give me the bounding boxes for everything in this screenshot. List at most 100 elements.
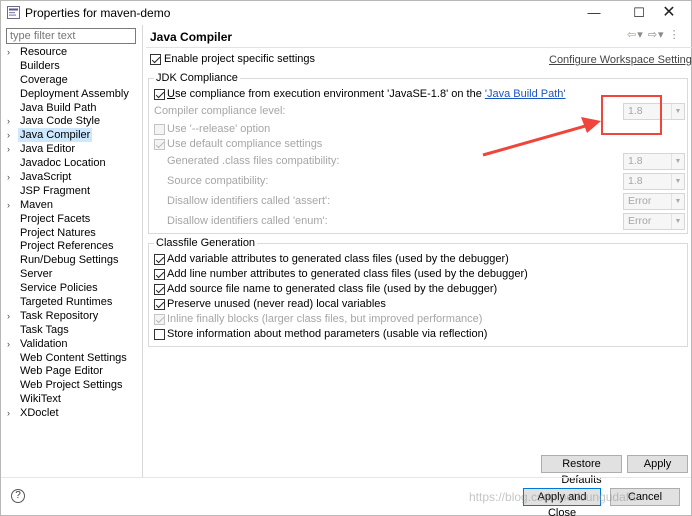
classfile-option-label: Add source file name to generated class … (167, 283, 498, 295)
tree-item[interactable]: Task Tags (5, 323, 139, 337)
classfile-option-label: Add line number attributes to generated … (167, 268, 528, 280)
tree-item[interactable]: Javadoc Location (5, 156, 139, 170)
back-icon[interactable]: ⇦ (627, 29, 637, 41)
classfile-option-checkbox[interactable] (154, 284, 165, 295)
tree-item[interactable]: › XDoclet (5, 406, 139, 420)
property-page-tree: › Resource Builders Coverage Deployment Asse… (5, 45, 139, 420)
forward-menu-icon[interactable]: ▾ (658, 29, 665, 41)
tree-item-label: Project References (20, 240, 114, 253)
tree-item-label: Resource (20, 46, 68, 58)
expand-chevron-icon[interactable]: › (7, 337, 17, 351)
tree-item-label: Web Content Settings (20, 351, 127, 364)
classfile-option-checkbox[interactable] (154, 329, 165, 340)
title-separator (146, 47, 692, 48)
classfile-option-label: Preserve unused (never read) local varia… (167, 298, 386, 310)
jdk-compliance-title: JDK Compliance (154, 72, 240, 84)
tree-item[interactable]: Targeted Runtimes (5, 295, 139, 309)
tree-item[interactable]: Service Policies (5, 281, 139, 295)
enum-identifier-select[interactable]: Error ▼ (623, 213, 685, 230)
tree-item-label: Project Facets (20, 212, 91, 225)
tree-item[interactable]: › Resource (5, 45, 139, 59)
expand-chevron-icon[interactable]: › (7, 142, 17, 156)
tree-item[interactable]: › Task Repository (5, 309, 139, 323)
close-window-button[interactable]: ✕ (646, 1, 692, 25)
tree-item-label: Task Tags (20, 323, 69, 336)
chevron-down-icon: ▼ (671, 174, 684, 189)
tree-item-label: Maven (20, 198, 54, 211)
classfile-generation-title: Classfile Generation (154, 237, 258, 249)
compliance-level-label: Compiler compliance level: (154, 105, 286, 117)
minimize-button[interactable]: — (571, 1, 617, 25)
tree-item[interactable]: Project References (5, 239, 139, 253)
page-nav-icons[interactable]: ⇦▾ ⇨▾ ⋮ (627, 28, 681, 41)
tree-item[interactable]: › Validation (5, 337, 139, 351)
expand-chevron-icon[interactable]: › (7, 114, 17, 128)
classfile-option-checkbox[interactable] (154, 269, 165, 280)
tree-item-label: Deployment Assembly (20, 87, 129, 100)
restore-defaults-button[interactable]: Restore Defaults (541, 455, 622, 486)
tree-item[interactable]: Web Project Settings (5, 378, 139, 392)
expand-chevron-icon[interactable]: › (7, 309, 17, 323)
tree-item-label: Java Code Style (20, 115, 101, 128)
tree-item-label: Service Policies (20, 282, 98, 295)
expand-chevron-icon[interactable]: › (7, 128, 17, 142)
release-option-checkbox[interactable] (154, 124, 165, 135)
expand-chevron-icon[interactable]: › (7, 198, 17, 212)
expand-chevron-icon[interactable]: › (7, 406, 17, 420)
tree-item[interactable]: Project Facets (5, 212, 139, 226)
enable-specific-label: Enable project specific settings (164, 53, 316, 65)
use-compliance-checkbox[interactable] (154, 89, 165, 100)
tree-item[interactable]: Run/Debug Settings (5, 253, 139, 267)
tree-item-label: Coverage (20, 73, 68, 86)
generated-compat-label: Generated .class files compatibility: (167, 155, 340, 167)
apply-button[interactable]: Apply (627, 455, 688, 473)
tree-item[interactable]: › Java Compiler (5, 128, 139, 143)
tree-item-label: JSP Fragment (20, 184, 91, 197)
tree-item[interactable]: WikiText (5, 392, 139, 406)
tree-item[interactable]: Coverage (5, 73, 139, 87)
tree-item[interactable]: Java Build Path (5, 101, 139, 115)
classfile-option-checkbox[interactable] (154, 299, 165, 310)
title-bar: Properties for maven-demo — ☐ ✕ (1, 1, 691, 25)
forward-icon[interactable]: ⇨ (648, 29, 658, 41)
tree-item-label: Task Repository (20, 309, 99, 322)
assert-identifier-select[interactable]: Error ▼ (623, 193, 685, 210)
classfile-option-checkbox[interactable] (154, 314, 165, 325)
tree-item[interactable]: Project Natures (5, 226, 139, 240)
window-title: Properties for maven-demo (25, 6, 171, 20)
generated-compat-value: 1.8 (628, 155, 643, 167)
enum-identifier-label: Disallow identifiers called 'enum': (167, 215, 328, 227)
tree-item[interactable]: › Java Editor (5, 142, 139, 156)
tree-item[interactable]: › Java Code Style (5, 114, 139, 128)
help-icon[interactable]: ? (11, 489, 25, 503)
chevron-down-icon: ▼ (671, 214, 684, 229)
back-menu-icon[interactable]: ▾ (637, 29, 644, 41)
footer-separator (1, 477, 691, 478)
source-compat-select[interactable]: 1.8 ▼ (623, 173, 685, 190)
tree-item-label: Targeted Runtimes (20, 296, 113, 309)
classfile-option-checkbox[interactable] (154, 254, 165, 265)
tree-item[interactable]: JSP Fragment (5, 184, 139, 198)
java-build-path-link[interactable]: 'Java Build Path' (485, 88, 566, 100)
default-compliance-checkbox[interactable] (154, 139, 165, 150)
tree-item-label: XDoclet (20, 407, 59, 420)
classfile-option-label: Add variable attributes to generated cla… (167, 253, 509, 265)
generated-compat-select[interactable]: 1.8 ▼ (623, 153, 685, 170)
tree-item[interactable]: › Maven (5, 198, 139, 212)
filter-input[interactable] (6, 28, 136, 44)
tree-item[interactable]: Web Content Settings (5, 351, 139, 365)
view-menu-icon[interactable]: ⋮ (669, 29, 681, 41)
pane-divider[interactable] (142, 25, 143, 477)
tree-item-label: Java Editor (20, 143, 76, 156)
expand-chevron-icon[interactable]: › (7, 170, 17, 184)
tree-item[interactable]: Server (5, 267, 139, 281)
tree-item[interactable]: Web Page Editor (5, 364, 139, 378)
enable-specific-checkbox[interactable] (150, 54, 161, 65)
tree-item[interactable]: Deployment Assembly (5, 87, 139, 101)
tree-item[interactable]: Builders (5, 59, 139, 73)
properties-dialog: Properties for maven-demo — ☐ ✕ ›Resourc… (0, 0, 692, 516)
tree-item[interactable]: › JavaScript (5, 170, 139, 184)
configure-workspace-link[interactable]: Configure Workspace Settings... (549, 54, 692, 66)
default-compliance-label: Use default compliance settings (167, 138, 323, 150)
expand-chevron-icon[interactable]: › (7, 45, 17, 59)
